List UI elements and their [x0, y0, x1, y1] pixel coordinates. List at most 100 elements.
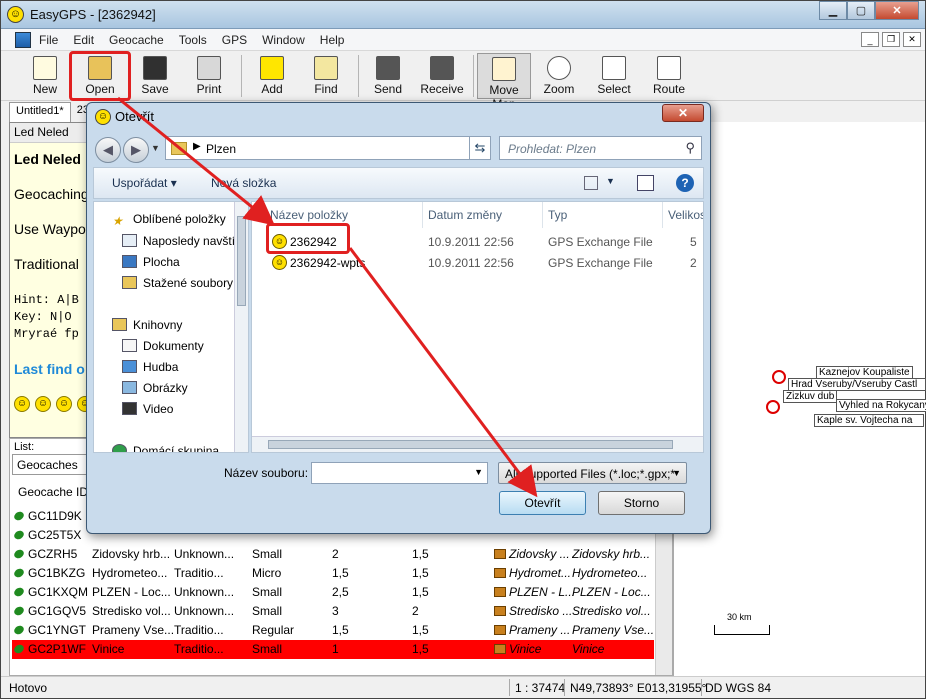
homegroup-icon — [112, 444, 127, 452]
send-button[interactable]: Send — [362, 53, 414, 99]
refresh-icon[interactable]: ⇆ — [469, 136, 491, 160]
table-row[interactable]: GCZRH5 Zidovsky hrb... Unknown... Small 2 1,5… — [12, 545, 654, 564]
route-button[interactable]: Route — [643, 53, 695, 99]
menu-gps[interactable]: GPS — [222, 33, 247, 47]
maximize-button[interactable]: ▢ — [847, 1, 875, 20]
geocache-icon — [14, 643, 26, 655]
dialog-close-button[interactable]: ✕ — [662, 104, 704, 122]
view-dropdown[interactable]: ▼ — [606, 176, 615, 186]
geocache-id: GCZRH5 — [14, 547, 77, 561]
nav-videos[interactable]: Video — [122, 402, 173, 416]
menu-help[interactable]: Help — [320, 33, 345, 47]
recent-places-icon — [122, 234, 137, 247]
status-text: Hotovo — [9, 681, 48, 695]
table-row[interactable]: GC1KXQM PLZEN - Loc... Unknown... Small 2,5 1… — [12, 583, 654, 602]
add-button[interactable]: Add — [246, 53, 298, 99]
map-label: Zizkuv dub — [783, 390, 838, 403]
close-button[interactable]: ✕ — [875, 1, 919, 20]
nav-libraries[interactable]: Knihovny — [112, 318, 182, 332]
tab-untitled1[interactable]: Untitled1* — [9, 102, 71, 122]
select-button[interactable]: Select — [588, 53, 640, 99]
back-button[interactable]: ◀ — [95, 137, 121, 163]
column-name[interactable]: Název položky — [270, 208, 348, 222]
mdi-minimize-button[interactable]: _ — [861, 32, 879, 47]
breadcrumb-arrow-icon[interactable]: ▶ — [193, 141, 201, 152]
open-file-dialog: ☺ Otevřít ✕ ◀ ▶ ▼ ▶ Plzen ▼ ⇆ Prohledat:… — [86, 102, 711, 534]
nav-desktop[interactable]: Plocha — [122, 255, 180, 269]
search-input[interactable]: Prohledat: Plzen ⚲ — [499, 136, 702, 160]
forward-button[interactable]: ▶ — [123, 137, 149, 163]
file-row-2362942-wpts[interactable]: ☺ 2362942-wpts 10.9.2011 22:56 GPS Excha… — [252, 253, 703, 273]
column-date-modified[interactable]: Datum změny — [428, 208, 502, 222]
search-icon: ⚲ — [685, 140, 695, 155]
table-row[interactable]: GC1YNGT Prameny Vse... Traditio... Regular 1… — [12, 621, 654, 640]
route-icon — [657, 56, 681, 80]
filename-input[interactable]: ▼ — [311, 462, 488, 484]
geocache-note: Vinice — [494, 642, 541, 656]
table-row[interactable]: GC1GQV5 Stredisko vol... Unknown... Small 3 2… — [12, 602, 654, 621]
nav-pictures[interactable]: Obrázky — [122, 381, 188, 395]
minimize-button[interactable]: ▁ — [819, 1, 847, 20]
address-bar[interactable]: ▶ Plzen ▼ — [165, 136, 491, 160]
move-map-button[interactable]: Move Map — [477, 53, 531, 111]
menu-file[interactable]: File — [39, 33, 58, 47]
geocache-size: Small — [252, 604, 283, 618]
mdi-close-button[interactable]: ✕ — [903, 32, 921, 47]
new-folder-button[interactable]: Nová složka — [211, 176, 276, 190]
menu-edit[interactable]: Edit — [73, 33, 94, 47]
breadcrumb-plzen[interactable]: Plzen — [206, 142, 236, 156]
nav-favorites[interactable]: ★ Oblíbené položky — [112, 212, 226, 228]
receive-button[interactable]: Receive — [416, 53, 468, 99]
cancel-button[interactable]: Storno — [598, 491, 685, 515]
menu-geocache[interactable]: Geocache — [109, 33, 164, 47]
column-size[interactable]: Velikos — [668, 208, 703, 222]
nav-downloads[interactable]: Stažené soubory — [122, 276, 233, 290]
file-type: GPS Exchange File — [548, 235, 653, 249]
mdi-restore-button[interactable]: ❐ — [882, 32, 900, 47]
cache-description-panel: Led Neled Led Neled Geocaching Use Waypo… — [9, 122, 95, 438]
filename-dropdown[interactable]: ▼ — [474, 467, 483, 477]
preview-pane-icon[interactable] — [637, 175, 654, 191]
organize-button[interactable]: Uspořádat ▾ — [112, 176, 177, 190]
geocache-note: Hydromet... — [494, 566, 571, 580]
column-type[interactable]: Typ — [548, 208, 567, 222]
geocache-note: Zidovsky ... — [494, 547, 570, 561]
list-type-combo[interactable]: Geocaches — [12, 454, 92, 475]
nav-homegroup[interactable]: Domácí skupina — [112, 444, 219, 452]
file-type-filter[interactable]: All Supported Files (*.loc;*.gpx;* ▼ — [498, 462, 687, 484]
help-icon[interactable]: ? — [676, 174, 694, 192]
zoom-icon — [547, 56, 571, 80]
new-button[interactable]: New — [19, 53, 71, 99]
print-button[interactable]: Print — [183, 53, 235, 99]
table-row[interactable]: GC2P1WF Vinice Traditio... Small 1 1,5 Vinice V… — [12, 640, 654, 659]
recent-locations-dropdown[interactable]: ▼ — [151, 143, 160, 153]
nav-recent-places[interactable]: Naposledy navští — [122, 234, 235, 248]
nav-scrollbar[interactable] — [234, 202, 248, 452]
view-options-icon[interactable] — [584, 176, 598, 190]
menu-window[interactable]: Window — [262, 33, 305, 47]
zoom-button[interactable]: Zoom — [533, 53, 585, 99]
table-row[interactable]: GC1BKZG Hydrometeo... Traditio... Micro 1,5 1… — [12, 564, 654, 583]
geocache-icon — [14, 548, 26, 560]
geocache-note-full: Vinice — [572, 642, 605, 656]
save-button[interactable]: Save — [129, 53, 181, 99]
nav-documents[interactable]: Dokumenty — [122, 339, 204, 353]
cache-marker[interactable] — [772, 370, 786, 384]
menu-tools[interactable]: Tools — [179, 33, 207, 47]
map-label: Kaple sv. Vojtecha na — [814, 414, 924, 427]
nav-music[interactable]: Hudba — [122, 360, 178, 374]
geocache-id: GC1YNGT — [14, 623, 86, 637]
file-list-scrollbar[interactable] — [252, 436, 703, 452]
document-icon[interactable] — [15, 32, 31, 48]
document-tabs: Untitled1* 23 — [9, 102, 95, 122]
cache-marker[interactable] — [766, 400, 780, 414]
column-geocache-id[interactable]: Geocache ID — [12, 485, 92, 499]
find-button[interactable]: Find — [300, 53, 352, 99]
highlight-open-button — [69, 51, 131, 101]
status-coordinates: N49,73893° E013,31955° — [570, 681, 707, 695]
file-date: 10.9.2011 22:56 — [428, 256, 514, 270]
geocache-id: GC1BKZG — [14, 566, 85, 580]
last-find-link[interactable]: Last find o — [14, 361, 85, 377]
geocache-note-full: Stredisko vol... — [572, 604, 651, 618]
open-file-button[interactable]: Otevřít — [499, 491, 586, 515]
